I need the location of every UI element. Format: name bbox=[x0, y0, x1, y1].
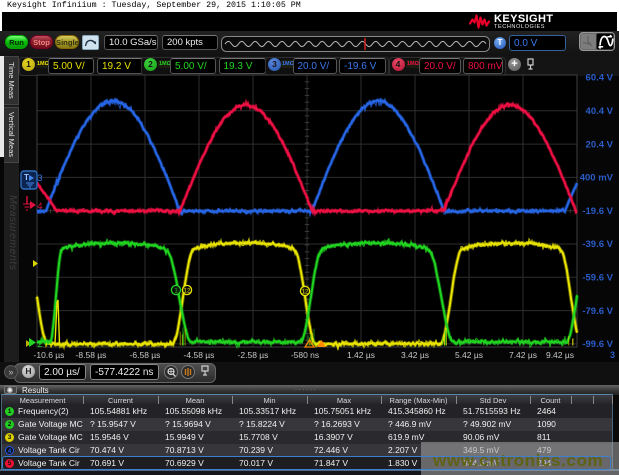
svg-text:1.42 µs: 1.42 µs bbox=[347, 350, 375, 360]
svg-text:3: 3 bbox=[610, 350, 615, 360]
svg-text:-99.6 V: -99.6 V bbox=[582, 339, 613, 350]
svg-text:-2.58 µs: -2.58 µs bbox=[238, 350, 269, 360]
svg-text:-10.6 µs: -10.6 µs bbox=[34, 350, 65, 360]
svg-text:-6.58 µs: -6.58 µs bbox=[130, 350, 161, 360]
svg-text:12: 12 bbox=[184, 288, 191, 294]
svg-text:-580 ns: -580 ns bbox=[291, 350, 319, 360]
svg-text:20.4 V: 20.4 V bbox=[586, 139, 614, 150]
svg-text:-8.58 µs: -8.58 µs bbox=[76, 350, 107, 360]
svg-text:40.4 V: 40.4 V bbox=[586, 106, 614, 117]
svg-text:12: 12 bbox=[302, 289, 309, 295]
svg-text:-19.6 V: -19.6 V bbox=[582, 206, 613, 217]
svg-text:3.42 µs: 3.42 µs bbox=[401, 350, 429, 360]
svg-text:-4.58 µs: -4.58 µs bbox=[184, 350, 215, 360]
svg-text:5.42 µs: 5.42 µs bbox=[455, 350, 483, 360]
svg-text:9.42 µs: 9.42 µs bbox=[546, 350, 574, 360]
svg-text:3: 3 bbox=[38, 173, 43, 183]
svg-text:T: T bbox=[24, 173, 29, 182]
svg-text:2: 2 bbox=[38, 339, 43, 349]
svg-text:60.4 V: 60.4 V bbox=[586, 73, 614, 84]
svg-text:400 mV: 400 mV bbox=[580, 173, 614, 184]
svg-text:-59.6 V: -59.6 V bbox=[582, 273, 613, 284]
svg-text:4: 4 bbox=[38, 201, 43, 211]
svg-text:-79.6 V: -79.6 V bbox=[582, 306, 613, 317]
svg-text:-39.6 V: -39.6 V bbox=[582, 239, 613, 250]
svg-text:7.42 µs: 7.42 µs bbox=[509, 350, 537, 360]
